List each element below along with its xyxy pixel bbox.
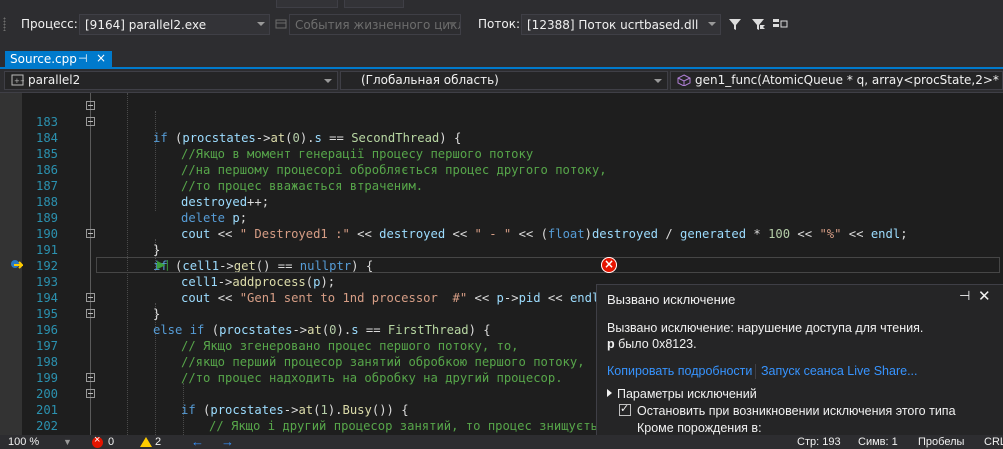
chevron-down-icon: [324, 79, 332, 83]
thread-combo[interactable]: [12388] Поток ucrtbased.dll: [521, 14, 721, 35]
lifecycle-value: События жизненного цикла: [295, 18, 461, 32]
collapse-icon[interactable]: [86, 309, 95, 318]
link-separator: [755, 364, 756, 379]
method-icon: [677, 74, 691, 87]
exception-helper-popup: Вызвано исключение ⊣ ✕ Вызвано исключени…: [596, 284, 1003, 435]
chevron-down-icon[interactable]: ▼: [63, 437, 72, 447]
collapse-icon[interactable]: [86, 117, 95, 126]
flag-thread-icon[interactable]: [750, 16, 766, 32]
platform-combo[interactable]: [344, 0, 404, 8]
code-line-189[interactable]: 189 cout << " Destroyed1 :" << destroyed…: [0, 194, 1003, 241]
expand-triangle-icon: [607, 389, 612, 397]
process-label: Процесс:: [21, 17, 78, 31]
arrow-right-icon[interactable]: →: [221, 434, 234, 449]
svg-text:++: ++: [14, 77, 24, 85]
live-share-link[interactable]: Запуск сеанса Live Share...: [761, 364, 917, 378]
code-line-191[interactable]: 191 if (cell1->get() == nullptr) {: [0, 226, 1003, 273]
project-value: parallel2: [28, 73, 81, 87]
thread-label: Поток:: [478, 17, 520, 31]
exception-message: Вызвано исключение: нарушение доступа дл…: [607, 321, 924, 335]
warning-count[interactable]: 2: [155, 436, 161, 448]
chevron-down-icon: [708, 22, 716, 26]
filter-icon[interactable]: [727, 16, 743, 32]
popup-title: Вызвано исключение: [607, 292, 736, 307]
debug-config-combo[interactable]: [276, 0, 338, 8]
lifecycle-events-icon[interactable]: [273, 16, 289, 32]
exception-icon[interactable]: ×: [601, 257, 617, 273]
chevron-down-icon: [257, 22, 265, 26]
document-tabs: Source.cpp ⊣ ×: [0, 40, 1003, 69]
code-line-188[interactable]: 188 delete p;: [0, 178, 1003, 225]
pin-icon[interactable]: ⊣: [959, 288, 970, 304]
navigation-bar: ++ parallel2 (Глобальная область) gen1_fu…: [0, 69, 1003, 93]
function-combo[interactable]: gen1_func(AtomicQueue * q, array<procSta…: [670, 71, 1003, 90]
checkbox-label: Остановить при возникновении исключения …: [637, 404, 956, 418]
instruction-pointer-icon[interactable]: [10, 259, 25, 271]
process-value: [9164] parallel2.exe: [85, 18, 207, 32]
close-icon[interactable]: ×: [96, 51, 106, 65]
code-line-186[interactable]: 186 //то процес вважається втраченим.: [0, 146, 1003, 193]
error-count[interactable]: 0: [108, 436, 114, 448]
toolbar-grip[interactable]: [3, 17, 6, 31]
column-indicator[interactable]: Симв: 1: [858, 436, 898, 448]
continue-button[interactable]: [466, 0, 536, 8]
code-line-192[interactable]: 192 cell1->addprocess(p);: [0, 242, 1003, 289]
scope-combo[interactable]: (Глобальная область): [340, 71, 668, 90]
main-toolbar: [0, 0, 1003, 8]
lifecycle-events-combo[interactable]: События жизненного цикла: [289, 14, 461, 35]
current-line-highlight: [96, 257, 1000, 273]
process-combo[interactable]: [9164] parallel2.exe: [79, 14, 270, 35]
code-line-187[interactable]: 187 destroyed++;: [0, 162, 1003, 209]
chevron-down-icon: [654, 79, 662, 83]
collapse-icon[interactable]: [86, 229, 95, 238]
pin-icon[interactable]: ⊣: [78, 52, 88, 65]
collapse-icon[interactable]: [86, 101, 95, 110]
line-ending-indicator[interactable]: CRL: [984, 436, 1003, 448]
debug-location-toolbar: Процесс: [9164] parallel2.exe События жи…: [0, 8, 1003, 40]
collapse-icon[interactable]: [86, 389, 95, 398]
warning-icon[interactable]: [140, 437, 152, 447]
run-to-click-icon[interactable]: ▶|: [157, 258, 169, 271]
line-indicator[interactable]: Стр: 193: [797, 436, 841, 448]
scope-value: (Глобальная область): [361, 73, 499, 87]
collapse-icon[interactable]: [86, 293, 95, 302]
whitespace-indicator[interactable]: Пробелы: [918, 436, 964, 448]
thread-value: [12388] Поток ucrtbased.dll: [527, 18, 699, 32]
tab-label: Source.cpp: [10, 52, 77, 66]
close-icon[interactable]: ✕: [978, 287, 991, 305]
arrow-left-icon[interactable]: ←: [191, 434, 204, 449]
cpp-project-icon: ++: [11, 74, 26, 86]
variable-name: p: [607, 337, 615, 351]
settings-header: Параметры исключений: [617, 387, 757, 401]
exception-detail: p было 0x8123.: [607, 337, 697, 351]
collapse-icon[interactable]: [86, 373, 95, 382]
stack-frame-icon[interactable]: [772, 16, 788, 32]
except-when-thrown-label: Кроме порождения в:: [637, 421, 762, 435]
zoom-level[interactable]: 100 %: [8, 436, 39, 448]
checkbox-checked-icon: [619, 402, 631, 416]
break-on-exception-checkbox[interactable]: Остановить при возникновении исключения …: [619, 402, 956, 418]
copy-details-link[interactable]: Копировать подробности: [607, 364, 752, 378]
code-line-184[interactable]: 184 //Якщо в момент генерації процесу пе…: [0, 114, 1003, 161]
project-combo[interactable]: ++ parallel2: [4, 71, 338, 90]
code-line-185[interactable]: 185 //на першому процесорі обробляється …: [0, 130, 1003, 177]
chevron-down-icon: [448, 22, 456, 26]
function-value: gen1_func(AtomicQueue * q, array<procSta…: [695, 73, 1003, 87]
code-line-190[interactable]: 190 }: [0, 210, 1003, 257]
exception-settings-toggle[interactable]: Параметры исключений: [607, 387, 757, 401]
error-icon[interactable]: [92, 434, 103, 448]
variable-value: было 0x8123.: [614, 337, 697, 351]
editor-status-bar: 100 % ▼ 0 2 ← → Стр: 193 Симв: 1 Пробелы…: [0, 434, 1003, 449]
code-line-183[interactable]: 183 if (procstates->at(0).s == SecondThr…: [0, 98, 1003, 145]
